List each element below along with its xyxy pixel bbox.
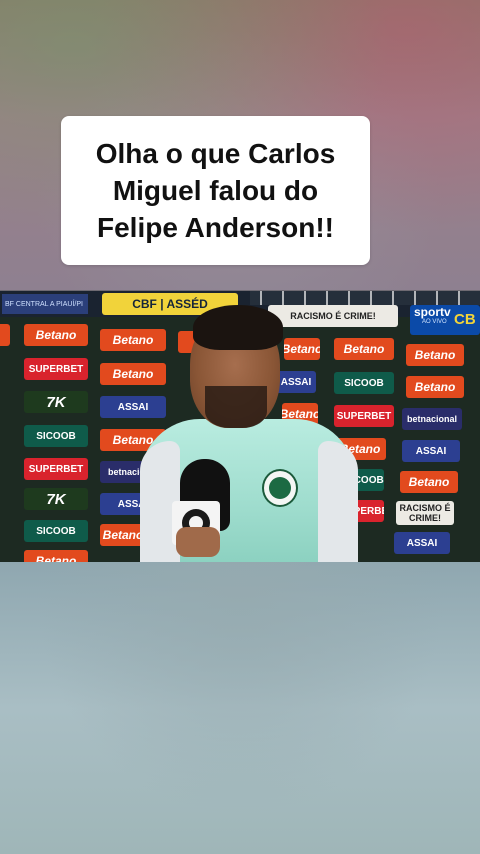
sponsor-sicoob: SICOOB <box>24 520 88 542</box>
sponsor-betano: Betano <box>24 550 88 562</box>
player-beard <box>205 386 267 428</box>
sponsor-betano: Betano <box>400 471 458 493</box>
sportv-live-label: AO VIVO <box>422 319 447 325</box>
sponsor-sicoob: SICOOB <box>334 372 394 394</box>
sponsor-superbet: SUPERBET <box>24 358 88 380</box>
sponsor-betnacional: betnacional <box>402 408 462 430</box>
caption-line-2: Miguel falou do <box>112 175 319 206</box>
sponsor-assai: ASSAI <box>394 532 450 554</box>
sponsor-betano: Betano <box>24 324 88 346</box>
player-hair <box>193 305 283 350</box>
cbf-mini-banner: BF CENTRAL A PIAUÍ/PI <box>2 294 88 314</box>
sponsor-betano: Betano <box>406 344 464 366</box>
racismo-banner: RACISMO É CRIME! <box>268 305 398 327</box>
stadium-lights <box>250 291 480 305</box>
betano-edge <box>0 324 10 346</box>
jersey-sleeve-right <box>318 441 358 562</box>
sponsor-assai: ASSAI <box>100 396 166 418</box>
video-frame[interactable]: BF CENTRAL A PIAUÍ/PI CBF | ASSÉD RACISM… <box>0 291 480 562</box>
blurred-background-bottom <box>0 562 480 854</box>
sponsor-assai: ASSAI <box>276 371 316 393</box>
palmeiras-crest-icon <box>262 469 298 507</box>
cbf-corner-logo: CB <box>454 311 476 328</box>
sponsor-superbet: SUPERBET <box>334 405 394 427</box>
reporter-hand <box>176 527 220 557</box>
caption-line-3: Felipe Anderson!! <box>97 212 334 243</box>
sponsor-superbet: SUPERBET <box>24 458 88 480</box>
sponsor-betano: Betano <box>334 338 394 360</box>
sponsor-betano: Betano <box>100 329 166 351</box>
sponsor-betano: Betano <box>284 338 320 360</box>
sportv-channel-name: sportv <box>414 305 451 319</box>
caption-line-1: Olha o que Carlos <box>95 138 336 169</box>
sponsor-betano: Betano <box>406 376 464 398</box>
sponsor-7k: 7K <box>24 488 88 510</box>
sponsor-sicoob: SICOOB <box>24 425 88 447</box>
sponsor-7k: 7K <box>24 391 88 413</box>
sponsor-betano: Betano <box>100 363 166 385</box>
sponsor-assai: ASSAI <box>402 440 460 462</box>
caption-box: Olha o que Carlos Miguel falou do Felipe… <box>61 116 370 265</box>
racismo-small-banner: RACISMO É CRIME! <box>396 501 454 525</box>
